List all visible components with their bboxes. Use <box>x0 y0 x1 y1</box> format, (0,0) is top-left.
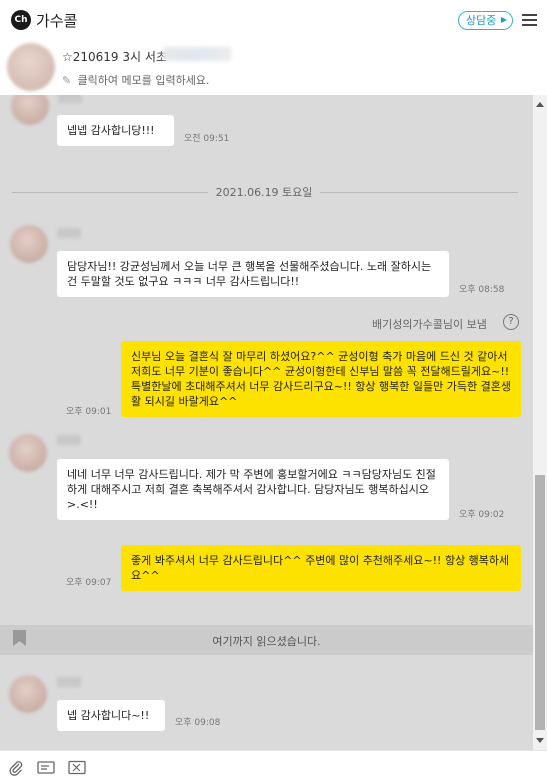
message-bubble[interactable]: 넵 감사합니다~!! <box>57 700 165 731</box>
memo-placeholder: 클릭하여 메모를 입력하세요. <box>77 74 210 87</box>
template-icon[interactable] <box>37 760 55 775</box>
app-title: 가수콜 <box>36 12 78 30</box>
date-divider: 2021.06.19 토요일 <box>208 184 320 200</box>
scroll-thumb[interactable] <box>535 475 545 730</box>
message-time: 오후 09:08 <box>175 718 221 728</box>
bottom-toolbar <box>0 750 547 783</box>
sent-by-label: 배기성의가수콜님이 보냄 <box>372 318 487 331</box>
name-redaction <box>163 47 231 61</box>
play-icon <box>501 17 508 23</box>
memo-field[interactable]: ✎ 클릭하여 메모를 입력하세요. <box>62 72 209 88</box>
message-time: 오전 09:51 <box>184 134 230 144</box>
sender-name-redacted <box>58 95 82 103</box>
read-marker: 여기까지 읽으셨습니다. <box>0 625 533 655</box>
consult-status-button[interactable]: 상담중 <box>458 11 514 30</box>
channel-logo-icon: Ch <box>11 10 31 30</box>
help-icon[interactable]: ? <box>503 314 519 330</box>
consult-status-label: 상담중 <box>466 14 497 27</box>
pencil-icon: ✎ <box>62 74 72 87</box>
message-time: 오후 09:02 <box>459 510 505 520</box>
message-bubble[interactable]: 담당자님!! 강균성님께서 오늘 너무 큰 행복을 선물해주셨습니다. 노래 잘… <box>57 251 449 297</box>
avatar[interactable] <box>10 225 48 263</box>
sender-name-redacted <box>57 435 81 445</box>
avatar[interactable] <box>9 675 47 713</box>
paperclip-icon[interactable] <box>8 760 26 776</box>
customer-name: ☆210619 3시 서초 <box>62 50 167 64</box>
avatar[interactable] <box>9 434 47 472</box>
profile-header: ☆210619 3시 서초 ✎ 클릭하여 메모를 입력하세요. <box>0 40 547 95</box>
message-time: 오후 08:58 <box>459 285 505 295</box>
chat-area[interactable]: 넵넵 감사합니당!!! 오전 09:51 2021.06.19 토요일 담당자님… <box>0 95 533 750</box>
menu-icon[interactable] <box>522 14 537 26</box>
chat-scrollbar[interactable] <box>533 95 547 750</box>
scroll-up-icon[interactable] <box>536 102 544 107</box>
read-marker-label: 여기까지 읽으셨습니다. <box>212 635 321 648</box>
message-time: 오후 09:01 <box>66 407 112 417</box>
message-bubble[interactable]: 네네 너무 너무 감사드립니다. 제가 막 주변에 홍보할거에요 ㅋㅋ담당자님도… <box>57 459 449 520</box>
avatar[interactable] <box>7 43 55 91</box>
top-bar: Ch 가수콜 상담중 <box>0 0 547 40</box>
emoticon-icon[interactable] <box>68 760 86 775</box>
message-time: 오후 09:07 <box>66 578 112 588</box>
avatar[interactable] <box>11 95 49 125</box>
message-bubble[interactable]: 좋게 봐주셔서 너무 감사드립니다^^ 주변에 많이 추천해주세요~!! 항상 … <box>121 545 521 591</box>
message-bubble[interactable]: 신부님 오늘 결혼식 잘 마무리 하셨어요?^^ 균성이형 축가 마음에 드신 … <box>121 341 521 417</box>
sender-name-redacted <box>57 228 81 238</box>
scroll-down-icon[interactable] <box>536 738 544 743</box>
message-bubble[interactable]: 넵넵 감사합니당!!! <box>57 115 174 146</box>
sender-name-redacted <box>57 677 81 687</box>
